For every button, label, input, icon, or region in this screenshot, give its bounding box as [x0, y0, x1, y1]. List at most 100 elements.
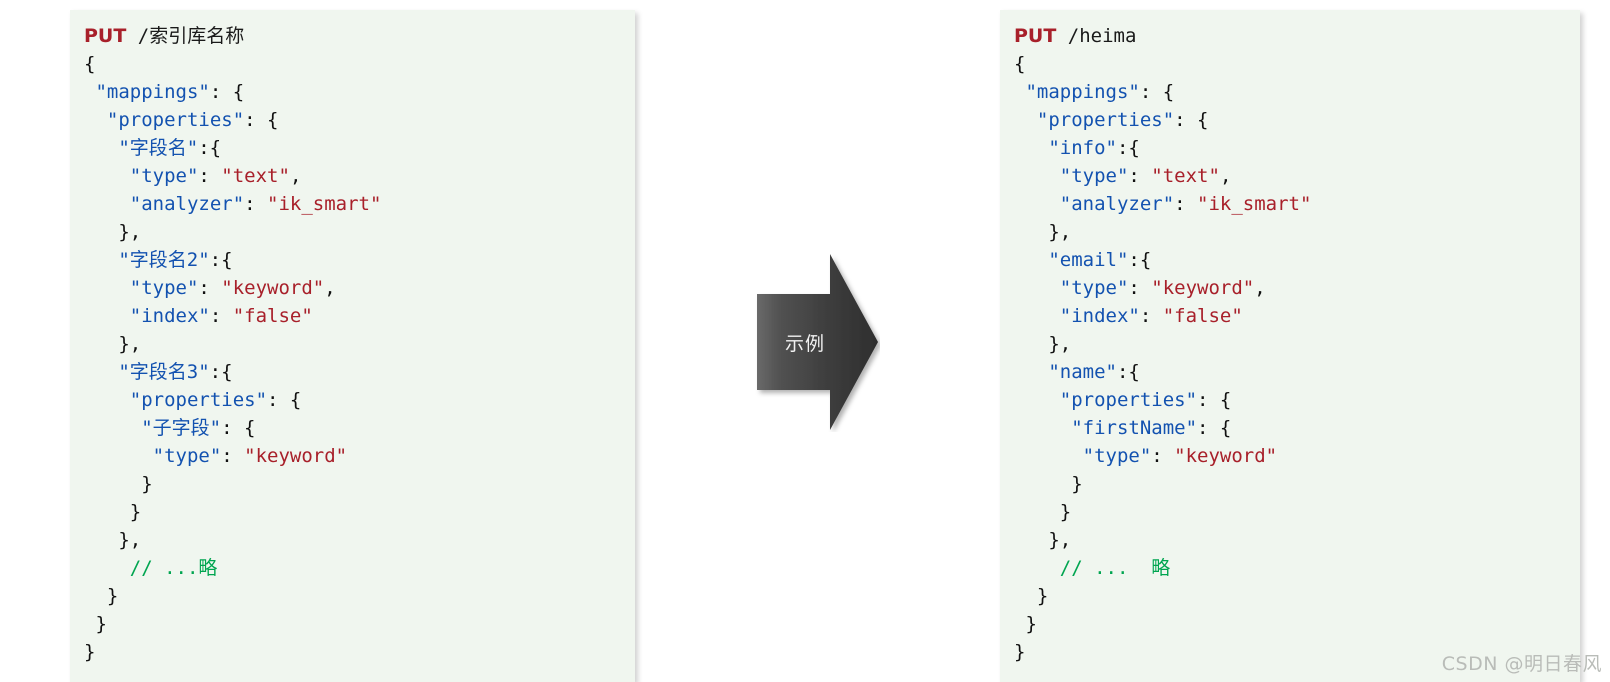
- request-line: PUT /heima: [1014, 22, 1580, 50]
- token-key: "mappings": [95, 81, 210, 103]
- http-method-label: PUT: [84, 25, 127, 47]
- request-path-label: [126, 25, 137, 47]
- token-key: "type": [1059, 165, 1129, 187]
- token-key: "type": [1059, 277, 1129, 299]
- code-line: "type": "keyword",: [1014, 274, 1580, 302]
- token-punct: [1014, 305, 1060, 327]
- code-line: "properties": {: [84, 106, 635, 134]
- token-punct: [1014, 417, 1071, 439]
- token-str: "keyword": [221, 277, 325, 299]
- token-str: "keyword": [244, 445, 348, 467]
- token-punct: }: [84, 613, 107, 635]
- token-punct: [84, 557, 130, 579]
- right-code-body[interactable]: PUT /heima{ "mappings": { "properties": …: [1000, 10, 1580, 666]
- token-punct: [1014, 249, 1048, 271]
- token-punct: [84, 137, 118, 159]
- token-punct: :: [221, 445, 245, 467]
- code-line: "字段名3":{: [84, 358, 635, 386]
- token-punct: },: [84, 529, 142, 551]
- token-punct: [84, 81, 95, 103]
- token-cjk: "字段名3": [118, 361, 210, 383]
- left-code-panel: PUT /索引库名称{ "mappings": { "properties": …: [70, 10, 635, 682]
- code-line: "type": "keyword": [1014, 442, 1580, 470]
- code-line: }: [84, 638, 635, 666]
- token-punct: :: [209, 305, 233, 327]
- token-punct: [84, 417, 141, 439]
- token-punct: },: [1014, 529, 1072, 551]
- token-punct: ,: [1254, 277, 1266, 299]
- token-punct: [1014, 361, 1048, 383]
- http-method-label: PUT: [1014, 25, 1057, 47]
- token-punct: [84, 277, 130, 299]
- token-punct: : {: [1139, 81, 1175, 103]
- code-line: "name":{: [1014, 358, 1580, 386]
- token-str: "text": [221, 165, 290, 187]
- request-path-value: /索引库名称: [137, 25, 245, 47]
- token-punct: :{: [1116, 361, 1140, 383]
- code-line: },: [84, 330, 635, 358]
- token-cjk: "字段名2": [118, 249, 210, 271]
- code-line: "info":{: [1014, 134, 1580, 162]
- code-line: "字段名2":{: [84, 246, 635, 274]
- token-key: "index": [129, 305, 210, 327]
- token-punct: }: [1014, 613, 1037, 635]
- token-str: "ik_smart": [1197, 193, 1312, 215]
- code-line: "type": "keyword",: [84, 274, 635, 302]
- token-punct: [84, 389, 130, 411]
- token-str: "keyword": [1151, 277, 1255, 299]
- token-punct: [84, 445, 153, 467]
- code-line: {: [84, 50, 635, 78]
- code-line: "email":{: [1014, 246, 1580, 274]
- token-punct: }: [84, 641, 96, 663]
- token-punct: [1014, 165, 1060, 187]
- token-punct: : {: [209, 81, 245, 103]
- token-punct: }: [84, 473, 153, 495]
- token-punct: [1014, 109, 1037, 131]
- arrow-right-icon: [757, 254, 878, 430]
- code-line: "mappings": {: [84, 78, 635, 106]
- token-punct: : {: [267, 389, 302, 411]
- code-line: // ... 略: [1014, 554, 1580, 582]
- token-punct: :: [1139, 305, 1163, 327]
- token-punct: [1014, 445, 1083, 467]
- code-line: // ...略: [84, 554, 635, 582]
- token-key: "info": [1048, 137, 1117, 159]
- right-code-panel: PUT /heima{ "mappings": { "properties": …: [1000, 10, 1580, 682]
- token-str: "text": [1151, 165, 1220, 187]
- code-line: }: [1014, 498, 1580, 526]
- code-line: "type": "text",: [84, 162, 635, 190]
- token-key: "analyzer": [129, 193, 245, 215]
- code-line: }: [84, 498, 635, 526]
- left-code-lines: { "mappings": { "properties": { "字段名":{ …: [84, 50, 635, 666]
- code-line: }: [1014, 610, 1580, 638]
- request-path-space: [1056, 25, 1067, 47]
- code-line: "type": "keyword": [84, 442, 635, 470]
- token-punct: :: [1128, 165, 1152, 187]
- right-code-lines: { "mappings": { "properties": { "info":{…: [1014, 50, 1580, 666]
- token-str: "ik_smart": [267, 193, 382, 215]
- token-punct: : {: [221, 417, 256, 439]
- code-line: "字段名":{: [84, 134, 635, 162]
- code-line: }: [84, 470, 635, 498]
- token-punct: }: [84, 501, 142, 523]
- code-line: "index": "false": [1014, 302, 1580, 330]
- token-key: "name": [1048, 361, 1117, 383]
- token-punct: [84, 193, 130, 215]
- token-punct: {: [1014, 53, 1026, 75]
- token-punct: :: [244, 193, 268, 215]
- token-punct: [84, 165, 130, 187]
- token-punct: ,: [1219, 165, 1232, 187]
- token-str: "keyword": [1174, 445, 1278, 467]
- token-key: "index": [1059, 305, 1140, 327]
- token-key: "type": [1082, 445, 1152, 467]
- token-punct: },: [1014, 333, 1072, 355]
- token-punct: [84, 305, 130, 327]
- token-punct: : {: [1197, 389, 1232, 411]
- token-key: "properties": [1036, 109, 1175, 131]
- token-punct: :: [198, 277, 222, 299]
- token-punct: [1014, 389, 1060, 411]
- left-code-body[interactable]: PUT /索引库名称{ "mappings": { "properties": …: [70, 10, 635, 666]
- code-line: "properties": {: [1014, 386, 1580, 414]
- token-key: "analyzer": [1059, 193, 1175, 215]
- code-line: },: [84, 526, 635, 554]
